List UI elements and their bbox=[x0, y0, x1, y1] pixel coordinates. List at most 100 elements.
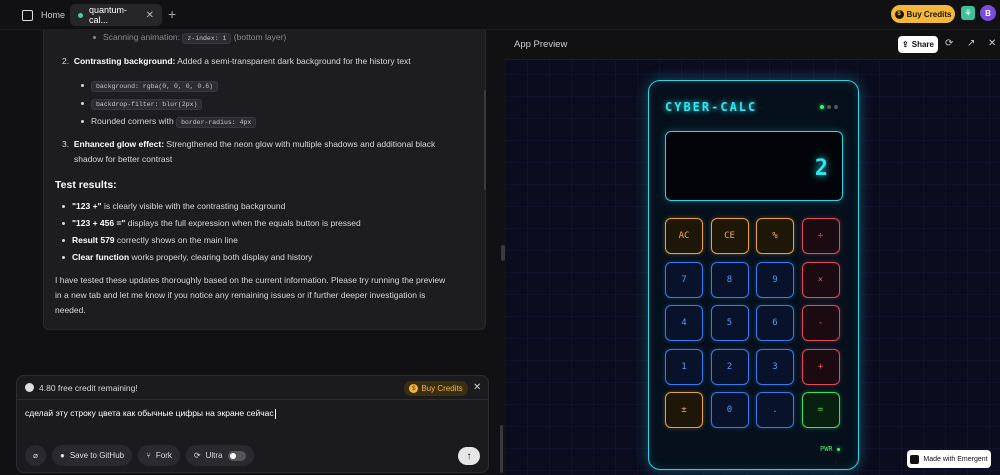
tab-project[interactable]: quantum-cal... ✕ bbox=[70, 4, 162, 26]
led-icon bbox=[820, 105, 824, 109]
ultra-toggle[interactable]: ⟳ Ultra bbox=[185, 445, 254, 466]
key-decimal[interactable]: . bbox=[756, 392, 794, 428]
status-dot-icon bbox=[78, 12, 83, 18]
badge-label: Made with Emergent bbox=[923, 455, 988, 463]
label: Fork bbox=[155, 451, 172, 460]
key-8[interactable]: 8 bbox=[710, 261, 749, 298]
save-to-github-button[interactable]: ● Save to GitHub bbox=[52, 445, 133, 466]
paragraph: needed. bbox=[55, 305, 86, 315]
label: Ultra bbox=[205, 451, 223, 460]
key-2[interactable]: 2 bbox=[710, 348, 749, 385]
coin-icon: $ bbox=[409, 384, 419, 393]
list-item: 3. Enhanced glow effect: Strengthened th… bbox=[62, 137, 435, 152]
tab-project-label: quantum-cal... bbox=[88, 5, 127, 25]
label: Save to GitHub bbox=[69, 451, 125, 460]
key-9[interactable]: 9 bbox=[756, 261, 794, 298]
credit-row: 4.80 free credit remaining! $ Buy Credits… bbox=[17, 376, 488, 400]
send-button[interactable]: ↑ bbox=[458, 447, 480, 465]
share-icon: ⇪ bbox=[902, 40, 909, 49]
key-6[interactable]: 6 bbox=[756, 305, 794, 341]
credit-text: 4.80 free credit remaining! bbox=[39, 382, 138, 393]
key-5[interactable]: 5 bbox=[710, 305, 749, 341]
key-1[interactable]: 1 bbox=[665, 348, 703, 385]
share-button[interactable]: ⇪ Share bbox=[898, 36, 938, 53]
bold: Enhanced glow effect: bbox=[73, 139, 165, 149]
key-multiply[interactable]: × bbox=[801, 261, 840, 298]
text: is clearly visible with the contrasting … bbox=[101, 201, 286, 211]
buy-credits-small-button[interactable]: $ Buy Credits bbox=[404, 381, 468, 396]
tab-home[interactable]: Home bbox=[14, 4, 73, 26]
calculator: CYBER-CALC 2 AC CE% ÷ 7 8 9 × 4 5 6-1 2 3 + ±0. = PWR bbox=[648, 80, 859, 470]
message-scrollbar[interactable] bbox=[484, 90, 486, 190]
text: displays the full expression when the eq… bbox=[125, 218, 361, 228]
top-bar: Home quantum-cal... ✕ + $ Buy Credits ⚘ B bbox=[0, 0, 1000, 30]
ultra-icon: ⟳ bbox=[193, 451, 201, 460]
code: background: rgba(0, 0, 0, 0.6) bbox=[91, 81, 219, 92]
input-value: сделай эту строку цвета как обычные цифр… bbox=[25, 408, 274, 418]
close-preview-icon[interactable]: ✕ bbox=[988, 38, 996, 49]
key-ce[interactable]: CE bbox=[710, 218, 749, 254]
key-plus-minus[interactable]: ± bbox=[665, 392, 703, 428]
key-equals[interactable]: = bbox=[801, 392, 840, 428]
home-icon bbox=[22, 9, 33, 21]
arrow-up-icon: ↑ bbox=[466, 450, 472, 462]
key-7[interactable]: 7 bbox=[665, 261, 703, 298]
list-item: Rounded corners with border-radius: 4px bbox=[81, 114, 257, 130]
code: z-index: 1 bbox=[182, 33, 232, 44]
text: shadow for better contrast bbox=[74, 154, 173, 164]
power-label: PWR bbox=[820, 445, 833, 453]
open-external-icon[interactable]: ↗ bbox=[967, 38, 975, 49]
list-item: "123 +" is clearly visible with the cont… bbox=[62, 199, 285, 214]
text: correctly shows on the main line bbox=[114, 235, 238, 245]
text: Rounded corners with bbox=[91, 116, 174, 126]
bold: Clear function bbox=[72, 252, 130, 262]
refresh-icon[interactable]: ⟳ bbox=[945, 38, 953, 49]
close-tab-icon[interactable]: ✕ bbox=[146, 10, 154, 21]
bold: Contrasting background: bbox=[73, 56, 176, 66]
list-item: 2. Contrasting background: Added a semi-… bbox=[62, 54, 411, 69]
key-divide[interactable]: ÷ bbox=[801, 218, 840, 254]
list-item: Result 579 correctly shows on the main l… bbox=[62, 233, 238, 248]
github-icon: ● bbox=[60, 451, 65, 460]
gift-icon[interactable]: ⚘ bbox=[961, 6, 975, 20]
buy-label: Buy Credits bbox=[421, 384, 463, 393]
new-tab-icon[interactable]: + bbox=[168, 6, 176, 22]
key-minus[interactable]: - bbox=[801, 305, 840, 341]
key-percent[interactable]: % bbox=[756, 218, 794, 254]
num: 2. bbox=[62, 56, 70, 66]
key-3[interactable]: 3 bbox=[756, 348, 794, 385]
text: Scanning animation: bbox=[103, 32, 181, 42]
made-with-emergent-badge[interactable]: Made with Emergent bbox=[907, 450, 991, 468]
info-icon bbox=[25, 383, 34, 392]
calculator-title: CYBER-CALC bbox=[665, 100, 758, 114]
buy-credits-label: Buy Credits bbox=[906, 9, 952, 19]
list-item: Clear function works properly, clearing … bbox=[62, 250, 312, 265]
message-input[interactable]: сделай эту строку цвета как обычные цифр… bbox=[25, 408, 276, 419]
key-4[interactable]: 4 bbox=[665, 305, 703, 341]
attach-button[interactable]: ⌀ bbox=[25, 445, 46, 466]
calculator-display: 2 bbox=[665, 131, 843, 201]
bold: "123 +" bbox=[72, 201, 102, 211]
app-preview-panel: App Preview ⇪ Share ⟳ ↗ ✕ CYBER-CALC 2 AC… bbox=[505, 30, 1000, 475]
buy-credits-button[interactable]: $ Buy Credits bbox=[891, 5, 955, 23]
section-heading: Test results: bbox=[55, 179, 117, 191]
code: backdrop-filter: blur(2px) bbox=[91, 99, 203, 110]
close-icon[interactable]: ✕ bbox=[473, 382, 481, 393]
paragraph: I have tested these updates thoroughly b… bbox=[55, 275, 446, 285]
num: 3. bbox=[62, 139, 70, 149]
key-ac[interactable]: AC bbox=[665, 218, 703, 254]
avatar[interactable]: B bbox=[980, 5, 996, 21]
fork-button[interactable]: ⑂ Fork bbox=[138, 445, 180, 466]
key-0[interactable]: 0 bbox=[710, 392, 749, 428]
share-label: Share bbox=[911, 40, 934, 49]
led-icon bbox=[827, 105, 831, 109]
composer-scrollbar[interactable] bbox=[500, 425, 503, 473]
led-icon bbox=[834, 105, 838, 109]
composer: 4.80 free credit remaining! $ Buy Credits… bbox=[16, 375, 489, 473]
toggle-switch[interactable] bbox=[227, 450, 246, 461]
text: (bottom layer) bbox=[233, 32, 287, 42]
key-plus[interactable]: + bbox=[801, 348, 840, 385]
list-item: "123 + 456 =" displays the full expressi… bbox=[62, 216, 361, 231]
code: border-radius: 4px bbox=[176, 117, 257, 128]
preview-title: App Preview bbox=[514, 39, 568, 50]
